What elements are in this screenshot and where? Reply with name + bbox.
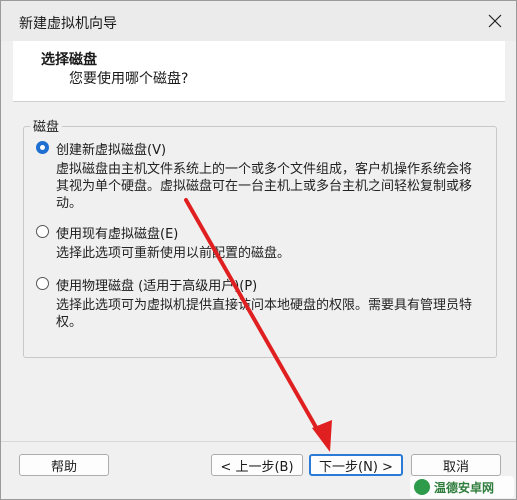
disk-groupbox: 磁盘 创建新虚拟磁盘(V) 虚拟磁盘由主机文件系统上的一个或多个文件组成，客户机… [23, 116, 497, 358]
option-use-physical-disk-label[interactable]: 使用物理磁盘 (适用于高级用户)(P) [56, 275, 257, 294]
title-bar[interactable]: 新建虚拟机向导 [1, 1, 516, 41]
help-button[interactable]: 帮助 [19, 454, 109, 476]
radio-use-physical-disk[interactable] [36, 277, 49, 290]
page-subtitle: 您要使用哪个磁盘? [69, 71, 189, 87]
close-icon [488, 14, 502, 28]
watermark-text: 温德安卓网 [434, 480, 495, 495]
radio-use-existing-disk[interactable] [36, 225, 49, 238]
next-button[interactable]: 下一步(N) > [309, 454, 403, 476]
watermark-logo-icon [414, 479, 430, 495]
option-use-physical-disk-description: 选择此选项可为虚拟机提供直接访问本地硬盘的权限。需要具有管理员特权。 [56, 298, 473, 330]
wizard-header: 选择磁盘 您要使用哪个磁盘? [13, 41, 505, 102]
window-title: 新建虚拟机向导 [19, 16, 117, 32]
cancel-button[interactable]: 取消 [411, 454, 501, 476]
option-use-existing-disk-description: 选择此选项可重新使用以前配置的磁盘。 [56, 246, 291, 261]
radio-create-new-disk[interactable] [36, 141, 49, 154]
page-title: 选择磁盘 [41, 52, 97, 68]
option-use-existing-disk-label[interactable]: 使用现有虚拟磁盘(E) [56, 223, 178, 242]
back-button[interactable]: < 上一步(B) [211, 454, 303, 476]
option-create-new-disk-description: 虚拟磁盘由主机文件系统上的一个或多个文件组成，客户机操作系统会将其视为单个硬盘。… [56, 162, 473, 211]
close-button[interactable] [480, 7, 510, 35]
watermark: 温德安卓网 [410, 476, 514, 498]
option-create-new-disk-label[interactable]: 创建新虚拟磁盘(V) [56, 139, 166, 158]
disk-group-label: 磁盘 [30, 116, 63, 135]
wizard-window: 新建虚拟机向导 选择磁盘 您要使用哪个磁盘? 磁盘 创建新虚拟磁盘(V) 虚拟磁… [0, 0, 517, 500]
